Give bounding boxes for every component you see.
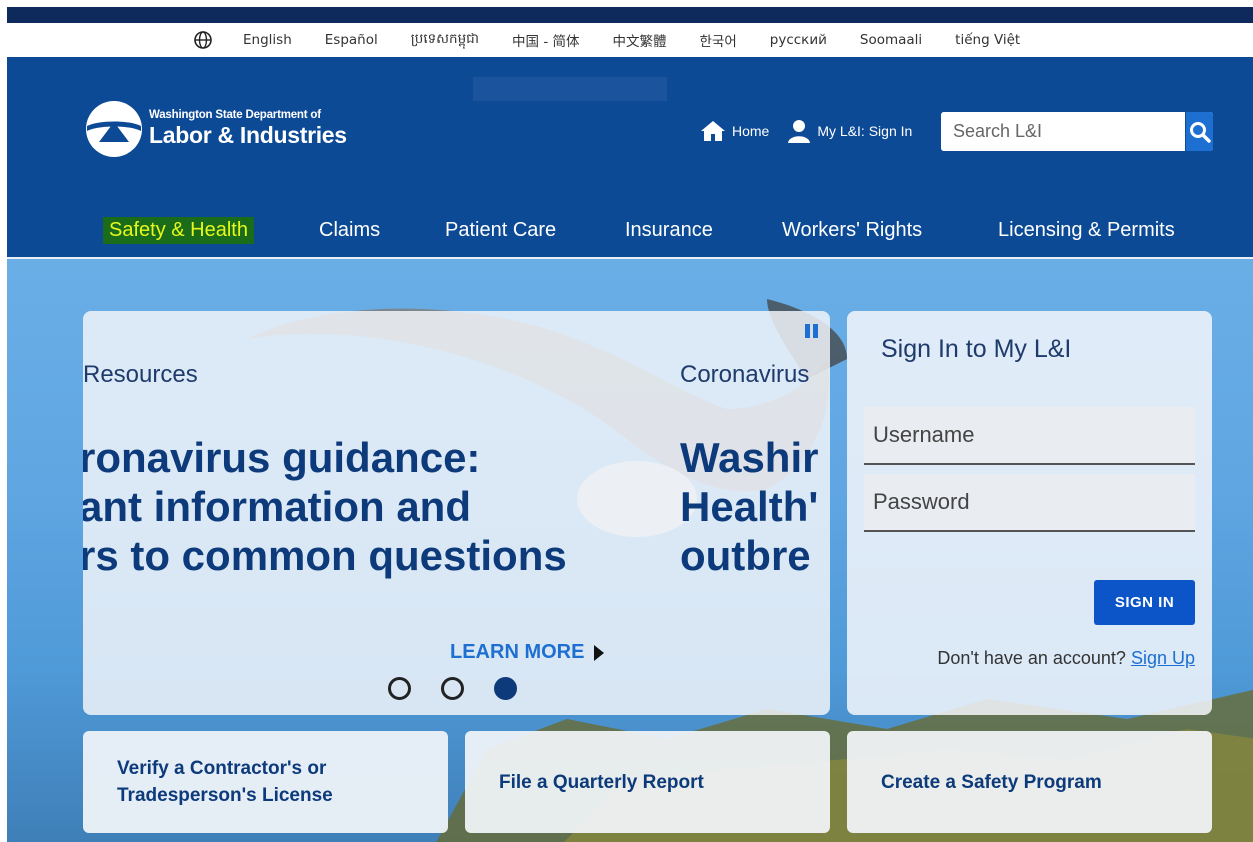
password-field-wrapper — [864, 474, 1195, 532]
tile-verify-contractor-line-2: Tradesperson's License — [117, 785, 333, 806]
carousel-pause-button[interactable] — [805, 324, 818, 338]
slide-headline-right-line-2: Health' — [680, 483, 819, 530]
tile-safety-program-label: Create a Safety Program — [881, 771, 1102, 793]
language-link-chinese-simplified[interactable]: 中国 - 简体 — [512, 30, 579, 50]
tile-quarterly-report[interactable]: File a Quarterly Report — [465, 731, 830, 833]
slide-headline-right-line-1: Washir — [680, 434, 819, 481]
language-bar: English Español ប្រទេសកម្ពុជា 中国 - 简体 中文… — [7, 23, 1253, 57]
hero-section: Resources Coronavirus ronavirus guidance… — [7, 259, 1253, 842]
carousel-dot-3[interactable] — [494, 677, 517, 700]
slide-kicker-right: Coronavirus — [680, 361, 810, 388]
lni-logo[interactable]: Washington State Department of Labor & I… — [85, 100, 347, 158]
my-lni-signin-label: My L&I: Sign In — [817, 123, 913, 139]
slide-headline-left-line-1: ronavirus guidance: — [83, 434, 481, 481]
language-link-vietnamese[interactable]: tiếng Việt — [955, 32, 1020, 48]
nav-patient-care[interactable]: Patient Care — [445, 219, 556, 242]
language-link-chinese-traditional[interactable]: 中文繁體 — [613, 30, 667, 50]
tile-quarterly-report-label: File a Quarterly Report — [499, 771, 704, 793]
carousel-dot-2[interactable] — [441, 677, 464, 700]
nav-insurance[interactable]: Insurance — [625, 219, 713, 242]
language-link-khmer[interactable]: ប្រទេសកម្ពុជា — [411, 30, 479, 50]
language-link-korean[interactable]: 한국어 — [700, 30, 737, 50]
slide-headline-right-line-3: outbre — [680, 532, 811, 579]
hero-carousel: Resources Coronavirus ronavirus guidance… — [83, 311, 830, 715]
username-field-wrapper — [864, 407, 1195, 465]
learn-more-link[interactable]: LEARN MORE — [450, 641, 605, 664]
language-link-russian[interactable]: русский — [770, 32, 827, 48]
user-icon — [788, 120, 811, 143]
carousel-dot-1[interactable] — [388, 677, 411, 700]
carousel-dots — [388, 677, 517, 700]
play-arrow-icon — [594, 644, 605, 661]
globe-icon — [194, 31, 212, 49]
home-icon — [701, 121, 725, 141]
no-account-text: Don't have an account? Sign Up — [937, 648, 1195, 669]
nav-workers-rights[interactable]: Workers' Rights — [782, 219, 922, 242]
signin-button[interactable]: SIGN IN — [1094, 580, 1195, 625]
slide-headline-left-line-2: ant information and — [83, 483, 471, 530]
ghost-overlay — [473, 77, 667, 101]
nav-safety-health[interactable]: Safety & Health — [103, 217, 254, 244]
signup-link[interactable]: Sign Up — [1131, 648, 1195, 668]
slide-kicker-left: Resources — [83, 361, 198, 388]
username-field[interactable] — [864, 407, 1195, 463]
lni-logo-mark-icon — [86, 101, 142, 157]
tile-safety-program[interactable]: Create a Safety Program — [847, 731, 1212, 833]
home-link[interactable]: Home — [700, 120, 769, 142]
tile-verify-contractor-line-1: Verify a Contractor's or — [117, 758, 327, 779]
search-icon — [1189, 121, 1211, 143]
tile-verify-contractor[interactable]: Verify a Contractor's or Tradesperson's … — [83, 731, 448, 833]
search-button[interactable] — [1185, 112, 1213, 151]
search-box — [941, 112, 1213, 151]
main-nav: Safety & Health Claims Patient Care Insu… — [7, 207, 1253, 257]
utility-links: Home My L&I: Sign In — [700, 119, 930, 143]
top-strip — [7, 7, 1253, 23]
learn-more-label: LEARN MORE — [450, 641, 585, 663]
logo-line-2: Labor & Industries — [149, 122, 347, 148]
search-input[interactable] — [941, 112, 1185, 151]
nav-licensing-permits[interactable]: Licensing & Permits — [998, 219, 1175, 242]
password-field[interactable] — [864, 474, 1195, 530]
no-account-label: Don't have an account? — [937, 648, 1126, 668]
slide-headline-left-line-3: rs to common questions — [83, 532, 567, 579]
signin-title: Sign In to My L&I — [881, 335, 1072, 363]
signin-panel: Sign In to My L&I SIGN IN Don't have an … — [847, 311, 1212, 715]
slide-headline-right[interactable]: Washir Health' outbre — [680, 433, 818, 580]
language-link-english[interactable]: English — [243, 32, 292, 48]
logo-line-1: Washington State Department of — [149, 109, 321, 121]
site-header: Washington State Department of Labor & I… — [7, 57, 1253, 257]
language-link-spanish[interactable]: Español — [325, 32, 378, 48]
home-link-label: Home — [732, 123, 770, 139]
nav-claims[interactable]: Claims — [319, 219, 380, 242]
language-link-somali[interactable]: Soomaali — [860, 32, 922, 48]
my-lni-signin-link[interactable]: My L&I: Sign In — [787, 119, 912, 143]
slide-headline-left[interactable]: ronavirus guidance: ant information and … — [83, 433, 679, 580]
page: English Español ប្រទេសកម្ពុជា 中国 - 简体 中文… — [7, 7, 1253, 842]
pause-icon — [805, 324, 810, 338]
